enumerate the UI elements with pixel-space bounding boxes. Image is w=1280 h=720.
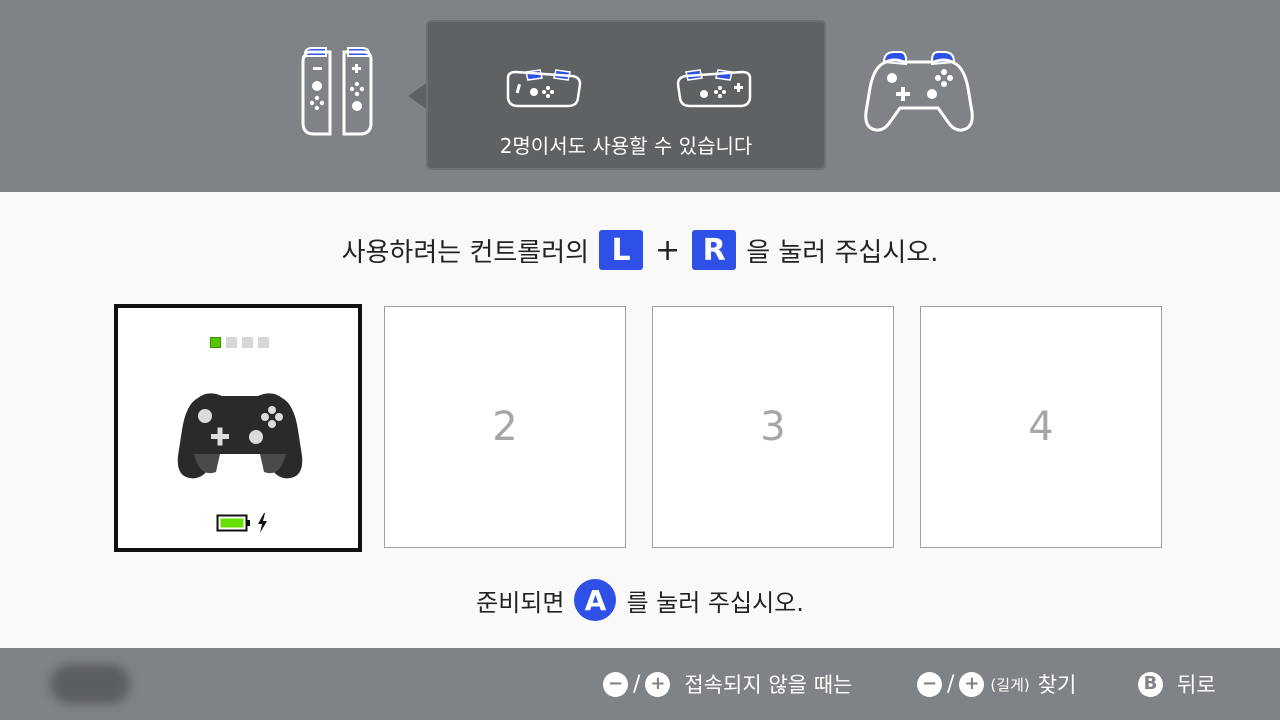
minus-button-icon: − <box>603 671 628 697</box>
b-button-icon: B <box>1138 671 1163 697</box>
disconnect-label: 접속되지 않을 때는 <box>684 673 853 697</box>
plus-button-icon: + <box>959 671 985 697</box>
player-indicator-leds <box>210 337 269 348</box>
slot-number: 3 <box>760 404 786 450</box>
ready-instruction: 준비되면 A 를 눌러 주십시오. <box>0 578 1280 622</box>
back-label: 뒤로 <box>1177 673 1216 697</box>
l-button-icon: L <box>599 230 644 270</box>
slot-number: 4 <box>1028 404 1054 450</box>
instruction-line: 사용하려는 컨트롤러의 L + R 을 눌러 주십시오. <box>0 228 1280 272</box>
player-led-1 <box>210 337 221 348</box>
blurred-indicator <box>50 664 130 704</box>
sideways-joycon-right-icon <box>676 69 752 108</box>
player-led-3 <box>242 337 253 348</box>
player-led-2 <box>226 337 237 348</box>
hold-note: (길게) <box>990 675 1030 694</box>
footer-back[interactable]: B 뒤로 <box>1138 660 1216 708</box>
pro-controller-icon <box>864 51 974 132</box>
a-button-icon: A <box>574 579 617 621</box>
sideways-joycon-left-icon <box>506 69 582 108</box>
tooltip-text: 2명이서도 사용할 수 있습니다 <box>499 134 753 158</box>
slot-number: 2 <box>492 404 518 450</box>
joycon-pair-icon <box>301 47 373 136</box>
tooltip-panel: 2명이서도 사용할 수 있습니다 <box>426 20 826 170</box>
player-slot-4[interactable]: 4 <box>920 306 1162 548</box>
plus-sign: + <box>655 232 681 268</box>
slash-separator: / <box>947 671 955 697</box>
find-label: 찾기 <box>1037 673 1077 697</box>
battery-icon <box>216 514 250 532</box>
ready-text-after: 를 눌러 주십시오. <box>626 588 804 617</box>
player-slot-2[interactable]: 2 <box>384 306 626 548</box>
pro-controller-connected-icon <box>177 393 303 479</box>
footer-disconnect-help[interactable]: − / + 접속되지 않을 때는 <box>603 660 852 708</box>
minus-button-icon: − <box>917 671 942 697</box>
instruction-text-before: 사용하려는 컨트롤러의 <box>341 237 590 268</box>
player-slot-3[interactable]: 3 <box>652 306 894 548</box>
player-led-4 <box>258 337 269 348</box>
top-band: 2명이서도 사용할 수 있습니다 <box>0 0 1280 192</box>
instruction-text-after: 을 눌러 주십시오. <box>746 237 939 268</box>
r-button-icon: R <box>692 230 737 270</box>
ready-text-before: 준비되면 <box>476 588 565 617</box>
slash-separator: / <box>633 671 641 697</box>
tooltip-arrow <box>408 82 428 110</box>
footer-find-controller[interactable]: − / + (길게) 찾기 <box>917 660 1076 708</box>
plus-button-icon: + <box>645 671 671 697</box>
player-slot-1[interactable] <box>114 304 362 552</box>
charging-icon <box>258 513 267 533</box>
